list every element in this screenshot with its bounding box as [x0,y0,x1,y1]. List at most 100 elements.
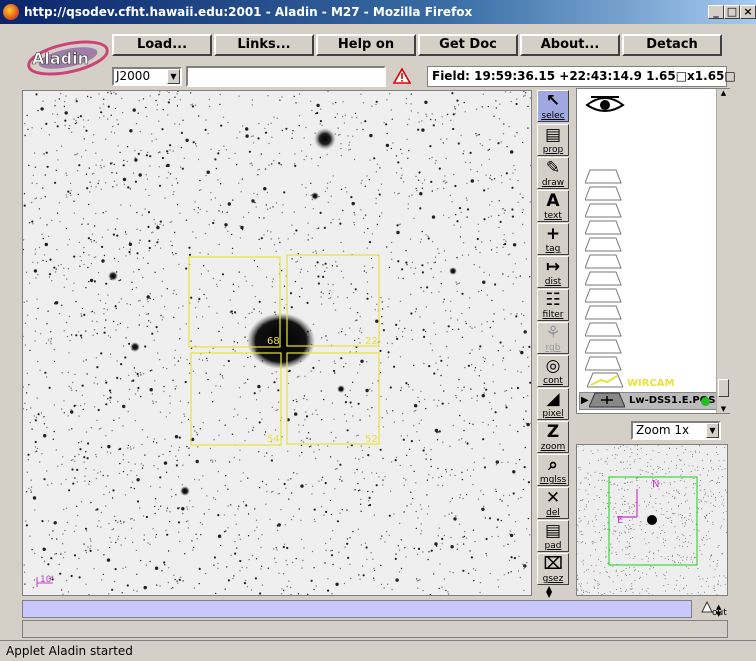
scroll-down-icon[interactable]: ▼ [717,405,730,413]
chip-label: 54 [267,434,280,445]
bright-star [108,271,118,281]
delete-icon: ✕ [545,488,561,508]
zoom-select-value: Zoom 1x [636,423,690,437]
detach-button[interactable]: Detach [622,34,722,56]
chip-label: 22 [365,336,378,347]
frame-select-value: J2000 [116,69,151,83]
about-button[interactable]: About... [520,34,620,56]
eye-icon[interactable] [585,91,625,121]
tool-label: del [546,508,560,518]
tool-label: rgb [545,343,561,353]
links-button[interactable]: Links... [214,34,314,56]
out-button[interactable]: out [698,599,728,619]
chevron-down-icon[interactable]: ▼ [167,69,180,84]
tool-pixel[interactable]: ◢ pixel [537,388,569,420]
tool-label: gsez [542,574,564,584]
warning-icon[interactable] [392,67,412,84]
tool-label: text [544,211,562,221]
text-icon: A [546,191,560,211]
crosshair-icon: + [545,224,561,244]
distance-icon: ↦ [545,257,561,277]
chevron-down-icon[interactable]: ▼ [706,423,719,438]
zoom-select[interactable]: Zoom 1x ▼ [631,421,721,440]
tool-pad[interactable]: ▤ pad [537,520,569,552]
tool-gsez[interactable]: ⌧ gsez [537,553,569,585]
plane-scrollbar[interactable]: ▲ ▼ [716,89,730,413]
measurement-bar [22,600,692,618]
window-titlebar: http://qsodev.cfht.hawaii.edu:2001 - Ala… [0,0,756,24]
bright-star [180,486,190,496]
measurement-table [22,620,728,638]
firefox-icon [3,4,19,20]
wircam-plane-icon[interactable] [586,372,624,392]
tool-label: zoom [540,442,566,452]
chip-label: 52 [365,434,378,445]
magnifier-icon: ⌕ [548,455,558,475]
tool-text[interactable]: Atext [537,190,569,222]
tool-label: pixel [542,409,564,419]
filter-icon: ☷ [545,290,561,310]
tool-cont[interactable]: ◎ cont [537,355,569,387]
nebula-thumb [647,515,657,525]
window-right-border [742,24,756,639]
bright-star [449,267,457,275]
tool-label: prop [542,145,564,155]
tool-label: cont [543,376,563,386]
help-on-button[interactable]: Help on [316,34,416,56]
frame-select[interactable]: J2000 ▼ [112,67,182,86]
get-doc-button[interactable]: Get Doc [418,34,518,56]
bright-star [314,128,336,150]
window-left-border [0,24,14,639]
tool-rgb[interactable]: ⚘ rgb [537,322,569,354]
tool-zoom[interactable]: Zzoom [537,421,569,453]
selected-arrow-icon: ▶ [581,395,589,406]
maximize-button[interactable]: □ [724,5,740,19]
sky-view[interactable]: 68 22 54 52 10' [22,90,532,596]
tool-label: selec [541,111,565,121]
tool-label: filter [542,310,564,320]
bright-star [337,385,345,393]
wircam-plane-label[interactable]: WIRCAM [627,378,674,389]
load-button[interactable]: Load... [112,34,212,56]
scroll-thumb[interactable] [718,379,729,397]
zoom-icon: Z [546,422,560,442]
logo-text: Aladin [32,49,89,68]
status-text: Applet Aladin started [6,644,133,658]
image-plane-icon[interactable] [588,392,626,412]
plane-stack: WIRCAM ▶ Lw-DSS1.E.POS ▲ ▼ [576,88,730,414]
rgb-icon: ⚘ [545,323,561,343]
north-label: N [652,479,659,490]
bright-star [311,192,319,200]
tool-draw[interactable]: ✎ draw [537,157,569,189]
tool-label: mglss [539,475,567,485]
overview-panel[interactable]: N E [576,444,728,596]
tool-label: dist [544,277,562,287]
measure-scroll-icon[interactable]: ▲ ▼ [716,604,721,618]
bright-star [130,342,140,352]
field-info: Field: 19:59:36.15 +22:43:14.9 1.65□x1.6… [427,66,736,87]
tool-label: pad [544,541,562,551]
scroll-up-icon[interactable]: ▲ [717,89,730,97]
tool-filter[interactable]: ☷ filter [537,289,569,321]
tool-dist[interactable]: ↦ dist [537,256,569,288]
close-button[interactable]: × [740,5,756,19]
tool-label: draw [541,178,565,188]
tool-mglss[interactable]: ⌕ mglss [537,454,569,486]
east-label: E [617,515,623,526]
pixel-icon: ◢ [546,389,560,409]
gsez-icon: ⌧ [543,554,563,574]
tool-select[interactable]: ↖ selec [537,90,569,122]
tool-label: tag [545,244,561,254]
command-input[interactable] [186,66,386,87]
tool-prop[interactable]: ▤ prop [537,124,569,156]
tool-del[interactable]: ✕ del [537,487,569,519]
contour-icon: ◎ [545,356,561,376]
tool-tag[interactable]: + tag [537,223,569,255]
minimize-button[interactable]: _ [708,5,724,19]
tool-scroll-arrows-icon[interactable]: ▲ ▼ [546,585,552,599]
tool-panel: ↖ selec ▤ prop ✎ draw Atext + tag ↦ dist ☷ fil… [534,88,574,599]
status-bar: Applet Aladin started [0,640,756,661]
chip-label: 68 [267,336,280,347]
scale-label: 10' [40,575,54,585]
plane-status-icon [701,397,710,406]
